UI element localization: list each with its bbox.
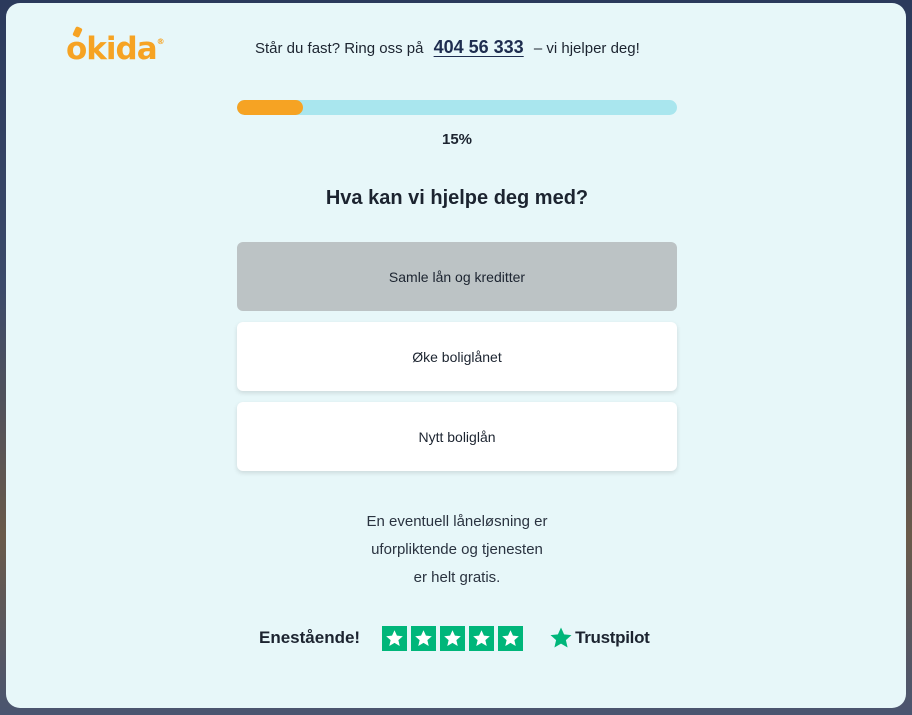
trustpilot-brand: Trustpilot: [575, 628, 650, 647]
help-prefix: Står du fast? Ring oss på: [255, 40, 424, 57]
trademark-symbol: ®: [156, 37, 165, 46]
phone-link[interactable]: 404 56 333: [434, 37, 524, 57]
logo-text: okida: [66, 31, 158, 67]
trustpilot-star-icon: [550, 627, 572, 648]
option-samle-lan[interactable]: Samle lån og kreditter: [237, 242, 677, 311]
help-line: Står du fast? Ring oss på 404 56 333 – v…: [255, 37, 640, 58]
trustpilot-widget[interactable]: Enestående! Trustpilot: [259, 625, 650, 651]
progress-fill: [237, 100, 303, 115]
trustpilot-rating-text: Enestående!: [259, 628, 361, 647]
star-icon: [498, 625, 524, 651]
progress-bar: [237, 100, 677, 115]
option-label: Samle lån og kreditter: [388, 268, 526, 285]
note-line: uforpliktende og tjenesten: [371, 541, 543, 558]
question-title: Hva kan vi hjelpe deg med?: [325, 187, 589, 209]
note-line: er helt gratis.: [413, 569, 501, 586]
star-icon: [469, 625, 495, 651]
option-nytt-boliglan[interactable]: Nytt boliglån: [237, 402, 677, 471]
star-icon: [411, 625, 437, 651]
okida-logo[interactable]: okida®: [66, 25, 165, 67]
progress-percent: 15%: [441, 131, 473, 148]
info-note: En eventuell låneløsning er uforpliktend…: [257, 508, 657, 592]
option-oke-boliglanet[interactable]: Øke boliglånet: [237, 322, 677, 391]
star-icon: [382, 625, 408, 651]
note-line: En eventuell låneløsning er: [366, 513, 548, 530]
trustpilot-stars: [382, 625, 524, 651]
form-card: okida® Står du fast? Ring oss på 404 56 …: [6, 3, 906, 708]
star-icon: [440, 625, 466, 651]
option-label: Øke boliglånet: [412, 348, 502, 365]
option-label: Nytt boliglån: [418, 428, 496, 445]
help-suffix: – vi hjelper deg!: [533, 40, 640, 57]
trustpilot-logo: Trustpilot: [549, 626, 650, 650]
